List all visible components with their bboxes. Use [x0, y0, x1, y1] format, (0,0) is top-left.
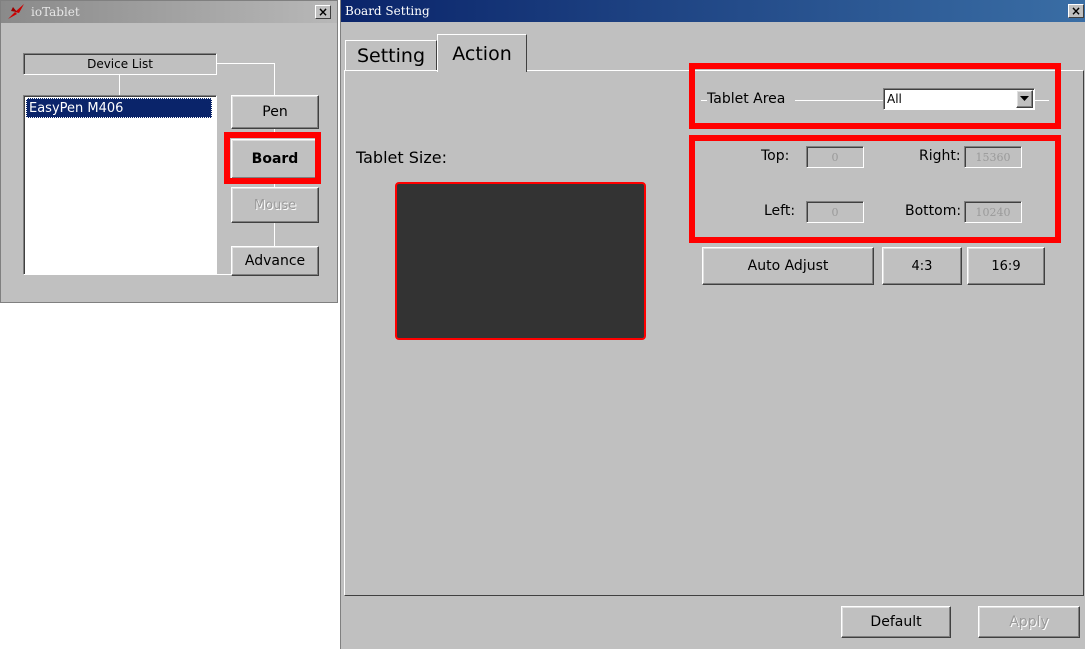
bottom-field[interactable]: 10240: [964, 201, 1022, 223]
mouse-button[interactable]: Mouse: [231, 187, 319, 223]
auto-adjust-label: Auto Adjust: [747, 258, 829, 274]
connector-line: [274, 63, 275, 95]
device-list-header: Device List: [23, 53, 217, 75]
mouse-button-label: Mouse: [253, 197, 297, 213]
iotablet-title: ioTablet: [31, 5, 80, 19]
ratio-4-3-button[interactable]: 4:3: [882, 247, 962, 285]
group-line: [1035, 100, 1049, 101]
close-icon[interactable]: ×: [1068, 4, 1084, 18]
left-field[interactable]: 0: [806, 201, 864, 223]
pen-button[interactable]: Pen: [231, 95, 319, 129]
top-field[interactable]: 0: [806, 146, 864, 168]
advance-button-label: Advance: [244, 253, 306, 269]
close-icon[interactable]: ×: [315, 5, 331, 19]
device-list-label: Device List: [87, 57, 153, 71]
left-label: Left:: [764, 203, 796, 219]
chevron-down-icon[interactable]: [1016, 90, 1033, 108]
connector-line: [274, 223, 275, 247]
group-line: [795, 100, 883, 101]
tab-setting-label: Setting: [356, 44, 426, 67]
device-listbox[interactable]: EasyPen M406: [23, 95, 217, 275]
top-value: 0: [831, 150, 839, 164]
iotablet-window: ioTablet × Device List EasyPen M406 Pen …: [0, 0, 338, 303]
list-item-selected[interactable]: EasyPen M406: [26, 98, 212, 118]
pen-button-label: Pen: [262, 104, 288, 120]
default-label: Default: [870, 614, 922, 630]
apply-button[interactable]: Apply: [978, 606, 1080, 638]
connector-line: [215, 274, 231, 275]
top-label: Top:: [761, 148, 790, 164]
tab-action-label: Action: [452, 42, 512, 65]
board-highlight-box: [224, 132, 321, 184]
default-button[interactable]: Default: [841, 606, 951, 638]
bottom-label: Bottom:: [905, 203, 962, 219]
advance-button[interactable]: Advance: [231, 246, 319, 276]
tablet-preview[interactable]: [395, 182, 646, 340]
iotablet-titlebar[interactable]: ioTablet: [1, 1, 337, 23]
left-value: 0: [831, 205, 839, 219]
tablet-area-value: All: [887, 92, 902, 106]
tablet-area-label: Tablet Area: [707, 91, 786, 107]
board-setting-titlebar[interactable]: Board Setting: [341, 0, 1085, 22]
connector-line: [119, 75, 120, 95]
auto-adjust-button[interactable]: Auto Adjust: [702, 247, 874, 285]
close-glyph: ×: [317, 5, 329, 19]
ratio-16-9-label: 16:9: [991, 258, 1021, 274]
ratio-4-3-label: 4:3: [911, 258, 933, 274]
device-name: EasyPen M406: [29, 100, 124, 116]
tab-action[interactable]: Action: [437, 34, 527, 72]
ratio-16-9-button[interactable]: 16:9: [967, 247, 1045, 285]
tab-setting[interactable]: Setting: [345, 40, 437, 70]
board-setting-title: Board Setting: [345, 4, 430, 18]
right-field[interactable]: 15360: [964, 146, 1022, 168]
tablet-area-dropdown[interactable]: All: [883, 88, 1035, 110]
right-value: 15360: [975, 150, 1011, 164]
tablet-size-label: Tablet Size:: [356, 148, 447, 167]
right-label: Right:: [919, 148, 961, 164]
pen-nib-icon: [8, 4, 24, 19]
connector-line: [217, 63, 275, 64]
apply-label: Apply: [1009, 614, 1049, 630]
board-setting-window: Board Setting × Setting Action Tablet Si…: [340, 0, 1085, 649]
close-glyph: ×: [1070, 4, 1082, 18]
bottom-value: 10240: [975, 205, 1011, 219]
